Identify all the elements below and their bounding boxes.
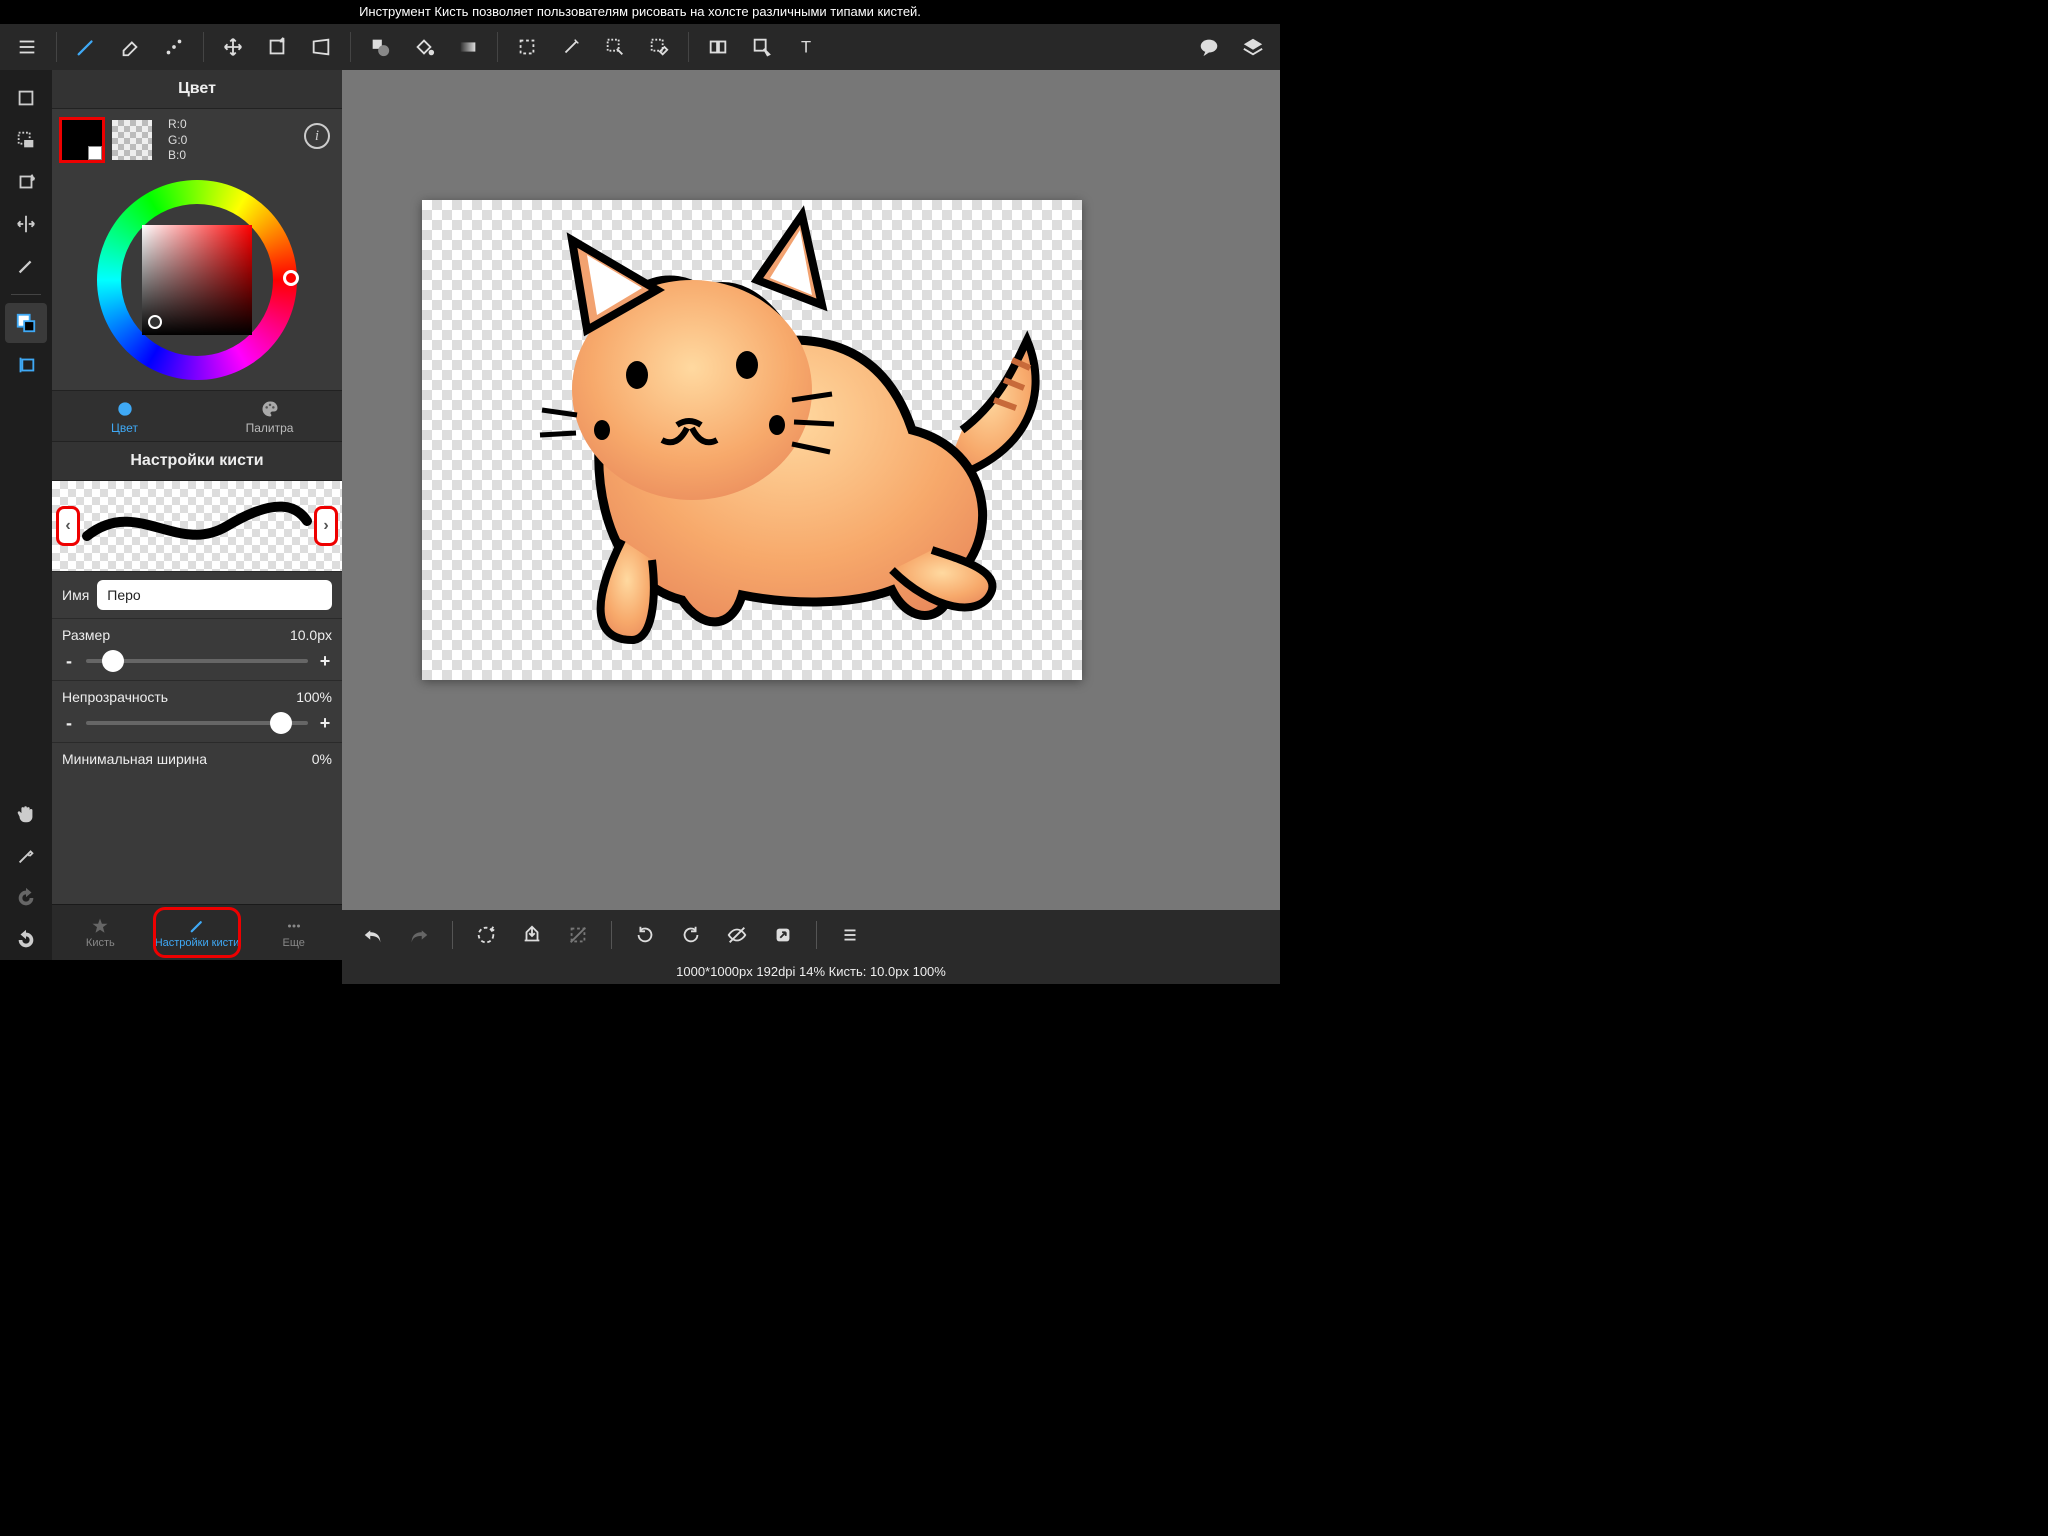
foreground-swatch[interactable] xyxy=(62,120,102,160)
eyedropper-icon[interactable] xyxy=(5,836,47,876)
color-wheel[interactable] xyxy=(97,180,297,380)
info-button[interactable]: i xyxy=(304,123,330,149)
size-plus[interactable]: + xyxy=(318,651,332,672)
smudge-tool[interactable] xyxy=(153,26,195,68)
hand-tool-icon[interactable] xyxy=(5,794,47,834)
brush-name-label: Имя xyxy=(62,587,89,603)
chat-icon[interactable] xyxy=(1188,26,1230,68)
transform-tool[interactable] xyxy=(256,26,298,68)
background-swatch[interactable] xyxy=(112,120,152,160)
mesh-transform-tool[interactable] xyxy=(300,26,342,68)
undo-button[interactable] xyxy=(352,914,394,956)
pointer-tool[interactable] xyxy=(741,26,783,68)
undo-icon[interactable] xyxy=(5,920,47,960)
opacity-value: 100% xyxy=(296,689,332,705)
side-panel: Цвет R:0 G:0 B:0 i Цвет Палитр xyxy=(52,70,342,960)
tab-palette[interactable]: Палитра xyxy=(197,391,342,441)
panel-tab-more[interactable]: Еще xyxy=(245,905,342,960)
opacity-minus[interactable]: - xyxy=(62,713,76,734)
opacity-plus[interactable]: + xyxy=(318,713,332,734)
minwidth-value: 0% xyxy=(312,751,332,767)
brush-panel-title: Настройки кисти xyxy=(52,442,342,481)
status-bar: 1000*1000px 192dpi 14% Кисть: 10.0px 100… xyxy=(342,960,1280,984)
left-rail xyxy=(0,70,52,960)
size-value: 10.0px xyxy=(290,627,332,643)
rotate-icon[interactable] xyxy=(465,914,507,956)
canvas[interactable] xyxy=(422,200,1082,680)
brush-tool[interactable] xyxy=(65,26,107,68)
invisible-icon[interactable] xyxy=(716,914,758,956)
save-icon[interactable] xyxy=(511,914,553,956)
eraser-tool[interactable] xyxy=(109,26,151,68)
next-brush-button[interactable]: › xyxy=(314,506,338,546)
opacity-label: Непрозрачность xyxy=(62,689,168,705)
opacity-slider[interactable]: - + xyxy=(62,713,332,734)
panel-tab-brush[interactable]: Кисть xyxy=(52,905,149,960)
color-swatches-icon[interactable] xyxy=(5,303,47,343)
svg-text:T: T xyxy=(801,39,811,57)
select-layer-icon[interactable] xyxy=(5,120,47,160)
move-tool[interactable] xyxy=(212,26,254,68)
brush-preview[interactable]: ‹ › xyxy=(52,481,342,571)
tooltip-bar: Инструмент Кисть позволяет пользователям… xyxy=(0,0,1280,24)
menu-button[interactable] xyxy=(6,26,48,68)
deselect-icon[interactable] xyxy=(557,914,599,956)
text-tool[interactable]: T xyxy=(785,26,827,68)
select-rect-tool[interactable] xyxy=(506,26,548,68)
brush-name-input[interactable] xyxy=(97,580,332,610)
layers-icon[interactable] xyxy=(1232,26,1274,68)
select-eraser-tool[interactable] xyxy=(638,26,680,68)
edit-tool-icon[interactable] xyxy=(5,246,47,286)
rgb-readout: R:0 G:0 B:0 xyxy=(168,117,187,164)
bottom-menu-icon[interactable] xyxy=(829,914,871,956)
color-panel-title: Цвет xyxy=(52,70,342,109)
minwidth-label: Минимальная ширина xyxy=(62,751,207,767)
bottom-toolbar: 1000*1000px 192dpi 14% Кисть: 10.0px 100… xyxy=(342,910,1280,960)
expand-icon[interactable] xyxy=(762,914,804,956)
panel-tab-settings[interactable]: Настройки кисти xyxy=(149,905,246,960)
divide-tool[interactable] xyxy=(697,26,739,68)
gradient-tool[interactable] xyxy=(447,26,489,68)
bucket-tool[interactable] xyxy=(403,26,445,68)
rotate-canvas-icon[interactable] xyxy=(5,162,47,202)
prev-brush-button[interactable]: ‹ xyxy=(56,506,80,546)
redo-button[interactable] xyxy=(398,914,440,956)
magic-wand-tool[interactable] xyxy=(550,26,592,68)
tab-color[interactable]: Цвет xyxy=(52,391,197,441)
size-slider[interactable]: - + xyxy=(62,651,332,672)
rotate-left-icon[interactable] xyxy=(624,914,666,956)
size-label: Размер xyxy=(62,627,110,643)
top-toolbar: T xyxy=(0,24,1280,70)
canvas-area[interactable]: 1000*1000px 192dpi 14% Кисть: 10.0px 100… xyxy=(342,70,1280,960)
shape-tool[interactable] xyxy=(359,26,401,68)
size-minus[interactable]: - xyxy=(62,651,76,672)
redo-icon[interactable] xyxy=(5,878,47,918)
sv-picker[interactable] xyxy=(142,225,252,335)
select-brush-tool[interactable] xyxy=(594,26,636,68)
fullscreen-icon[interactable] xyxy=(5,78,47,118)
reference-icon[interactable] xyxy=(5,345,47,385)
flip-icon[interactable] xyxy=(5,204,47,244)
rotate-right-icon[interactable] xyxy=(670,914,712,956)
